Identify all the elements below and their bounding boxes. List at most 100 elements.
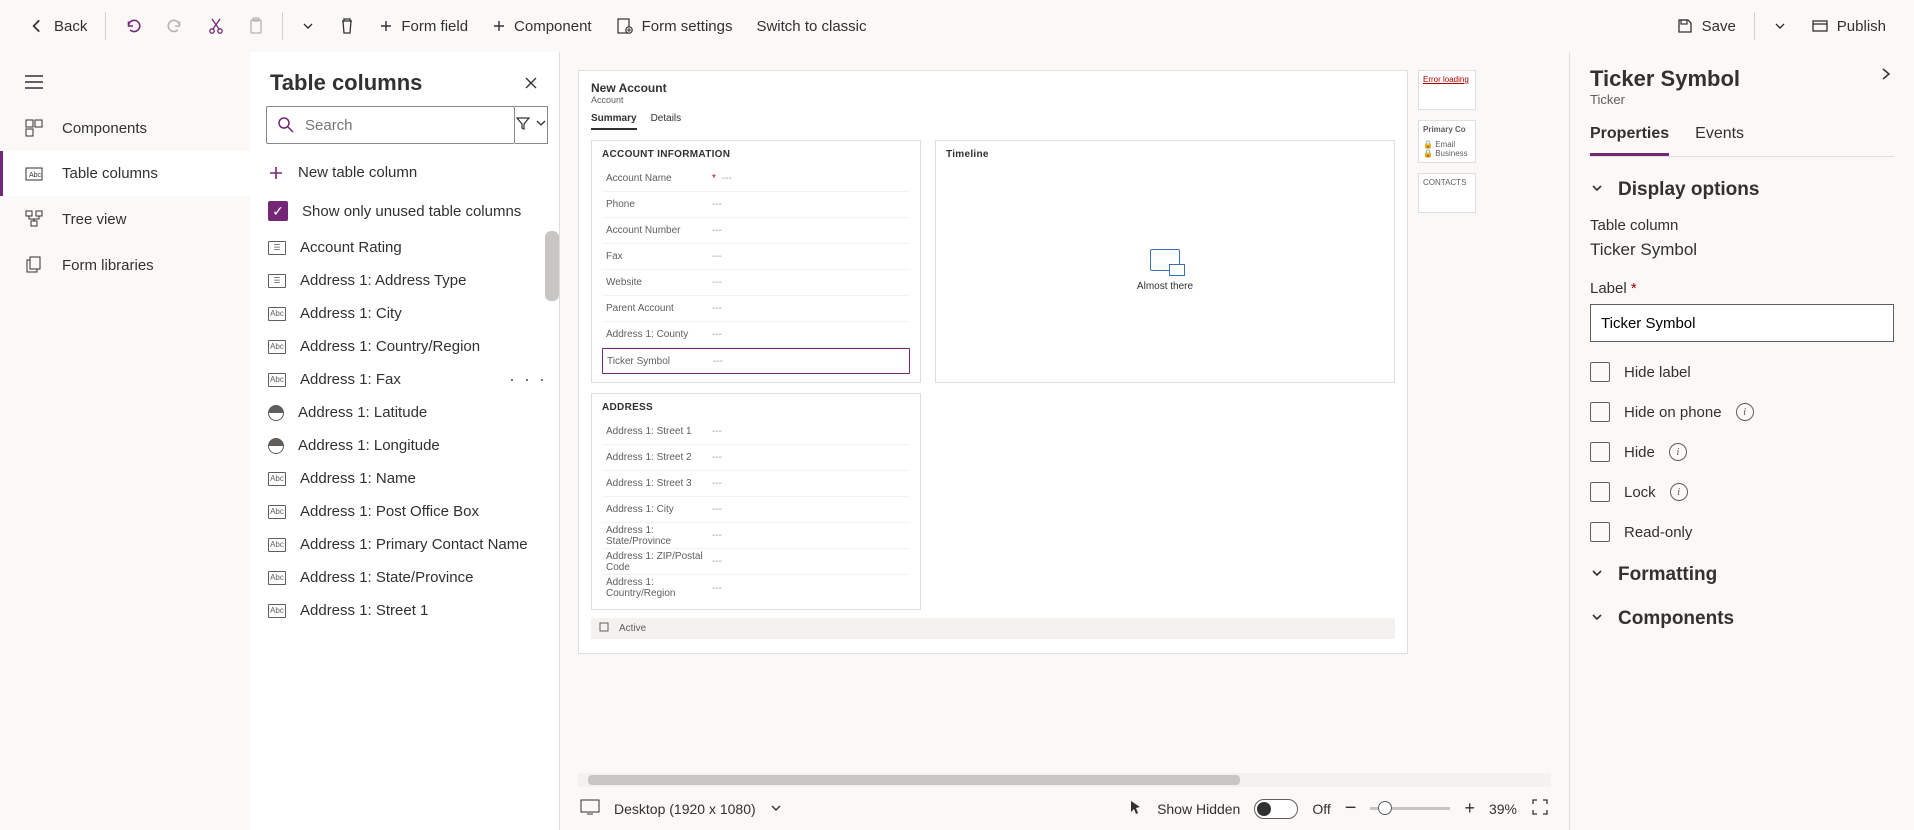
add-component-button[interactable]: Component: [482, 12, 602, 41]
column-item[interactable]: ☰Address 1: Address Type: [250, 264, 559, 297]
hide-label-text: Hide label: [1624, 364, 1691, 381]
lock-checkbox-row[interactable]: Lock i: [1590, 482, 1894, 502]
rail-components[interactable]: Components: [0, 105, 250, 151]
field-value: ---: [712, 530, 722, 541]
tab-events[interactable]: Events: [1695, 125, 1744, 156]
form-field[interactable]: Parent Account---: [602, 296, 910, 322]
form-field[interactable]: Address 1: Country/Region---: [602, 575, 910, 601]
hide-label-checkbox[interactable]: [1590, 362, 1610, 382]
form-field[interactable]: Address 1: ZIP/Postal Code---: [602, 549, 910, 575]
form-field[interactable]: Ticker Symbol---: [602, 348, 910, 374]
column-item[interactable]: Address 1: Longitude: [250, 429, 559, 462]
chevron-right-icon[interactable]: [1878, 66, 1894, 87]
delete-button[interactable]: [329, 11, 365, 41]
column-item[interactable]: Address 1: Latitude: [250, 396, 559, 429]
read-only-checkbox-row[interactable]: Read-only: [1590, 522, 1894, 542]
form-field[interactable]: Account Number---: [602, 218, 910, 244]
column-label: Address 1: City: [300, 305, 402, 322]
more-icon[interactable]: · · ·: [509, 369, 547, 390]
section-components-toggle[interactable]: Components: [1590, 608, 1894, 630]
form-field[interactable]: Address 1: County---: [602, 322, 910, 348]
tab-properties[interactable]: Properties: [1590, 125, 1669, 156]
right-card-contacts[interactable]: CONTACTS: [1418, 173, 1476, 213]
lock-checkbox[interactable]: [1590, 482, 1610, 502]
form-field[interactable]: Phone---: [602, 192, 910, 218]
filter-button[interactable]: [515, 106, 548, 144]
right-card-error[interactable]: Error loading: [1418, 70, 1476, 110]
hide-checkbox-row[interactable]: Hide i: [1590, 442, 1894, 462]
hide-on-phone-checkbox-row[interactable]: Hide on phone i: [1590, 402, 1894, 422]
switch-to-classic-button[interactable]: Switch to classic: [746, 12, 876, 41]
chevron-down-icon[interactable]: [770, 801, 782, 817]
column-item[interactable]: AbcAddress 1: City: [250, 297, 559, 330]
info-icon[interactable]: i: [1736, 403, 1754, 421]
read-only-checkbox[interactable]: [1590, 522, 1610, 542]
column-item[interactable]: ☰Account Rating: [250, 231, 559, 264]
zoom-slider[interactable]: [1370, 807, 1450, 810]
save-button[interactable]: Save: [1666, 11, 1746, 41]
rail-table-columns[interactable]: Abc Table columns: [0, 151, 250, 196]
paste-menu-button[interactable]: [291, 13, 325, 39]
form-field[interactable]: Website---: [602, 270, 910, 296]
back-button[interactable]: Back: [18, 11, 97, 41]
redo-button[interactable]: [156, 11, 194, 41]
search-input[interactable]: [305, 117, 504, 134]
label-input[interactable]: [1590, 304, 1894, 342]
tab-summary[interactable]: Summary: [591, 113, 637, 130]
show-unused-checkbox[interactable]: ✓: [268, 201, 288, 221]
publish-button[interactable]: Publish: [1801, 11, 1896, 41]
section-display-options-toggle[interactable]: Display options: [1590, 179, 1894, 201]
field-label: Parent Account: [602, 303, 712, 314]
column-type-icon: Abc: [268, 505, 286, 519]
form-preview-card[interactable]: New Account Account Summary Details ACCO…: [578, 70, 1408, 654]
hide-checkbox[interactable]: [1590, 442, 1610, 462]
undo-icon: [124, 17, 142, 35]
form-field[interactable]: Address 1: City---: [602, 497, 910, 523]
add-form-field-button[interactable]: Form field: [369, 12, 478, 41]
info-icon[interactable]: i: [1670, 483, 1688, 501]
section-address[interactable]: ADDRESS Address 1: Street 1---Address 1:…: [591, 393, 921, 610]
rail-form-libraries[interactable]: Form libraries: [0, 242, 250, 288]
undo-button[interactable]: [114, 11, 152, 41]
info-icon[interactable]: i: [1669, 443, 1687, 461]
form-field[interactable]: Account Name*---: [602, 166, 910, 192]
section-formatting-toggle[interactable]: Formatting: [1590, 564, 1894, 586]
hide-on-phone-checkbox[interactable]: [1590, 402, 1610, 422]
fit-to-screen-button[interactable]: [1531, 798, 1549, 819]
hide-label-checkbox-row[interactable]: Hide label: [1590, 362, 1894, 382]
column-item[interactable]: AbcAddress 1: Post Office Box: [250, 495, 559, 528]
form-field[interactable]: Address 1: State/Province---: [602, 523, 910, 549]
save-menu-button[interactable]: [1763, 13, 1797, 39]
rail-table-columns-label: Table columns: [62, 165, 158, 182]
section-account-information[interactable]: ACCOUNT INFORMATION Account Name*---Phon…: [591, 140, 921, 383]
column-item[interactable]: AbcAddress 1: Primary Contact Name: [250, 528, 559, 561]
tab-details[interactable]: Details: [651, 113, 682, 130]
search-input-wrapper[interactable]: [266, 106, 515, 144]
paste-button[interactable]: [238, 11, 274, 41]
right-card-primary[interactable]: Primary Co 🔒 Email 🔒 Business: [1418, 120, 1476, 163]
horizontal-scrollbar[interactable]: [578, 773, 1551, 787]
column-item[interactable]: AbcAddress 1: Street 1: [250, 594, 559, 627]
column-item[interactable]: AbcAddress 1: State/Province: [250, 561, 559, 594]
show-hidden-toggle[interactable]: [1254, 799, 1298, 819]
rail-tree-view[interactable]: Tree view: [0, 196, 250, 242]
column-item[interactable]: AbcAddress 1: Country/Region: [250, 330, 559, 363]
chevron-down-icon: [1590, 564, 1604, 586]
form-field[interactable]: Address 1: Street 1---: [602, 419, 910, 445]
viewport-label[interactable]: Desktop (1920 x 1080): [614, 801, 756, 817]
section-timeline[interactable]: Timeline Almost there: [935, 140, 1395, 383]
cut-button[interactable]: [198, 11, 234, 41]
column-item[interactable]: AbcAddress 1: Fax· · ·: [250, 363, 559, 396]
form-field[interactable]: Fax---: [602, 244, 910, 270]
form-settings-button[interactable]: Form settings: [606, 11, 743, 41]
hamburger-button[interactable]: [0, 64, 250, 105]
column-type-icon: [268, 438, 284, 454]
form-field[interactable]: Address 1: Street 3---: [602, 471, 910, 497]
form-field[interactable]: Address 1: Street 2---: [602, 445, 910, 471]
zoom-in-button[interactable]: +: [1464, 798, 1475, 819]
new-table-column-button[interactable]: New table column: [250, 154, 559, 191]
show-unused-checkbox-row[interactable]: ✓ Show only unused table columns: [250, 191, 559, 231]
zoom-out-button[interactable]: −: [1345, 797, 1357, 820]
column-item[interactable]: AbcAddress 1: Name: [250, 462, 559, 495]
close-icon[interactable]: [523, 75, 539, 91]
